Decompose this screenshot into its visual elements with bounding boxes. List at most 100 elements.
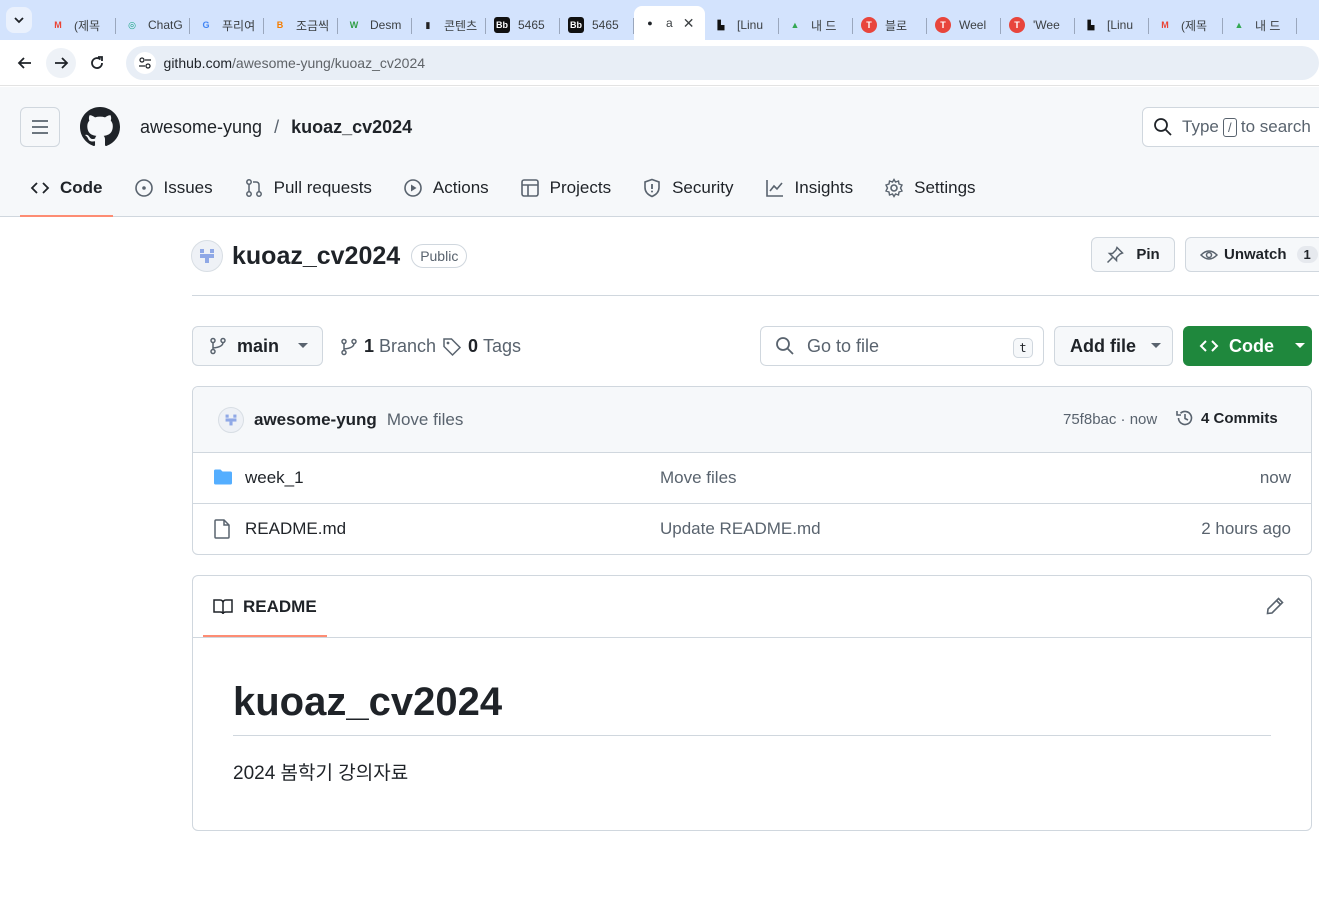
tags-link[interactable]: 0 Tags: [442, 336, 521, 357]
readme-tab[interactable]: README: [203, 576, 327, 637]
site-info-icon[interactable]: [133, 51, 156, 74]
tab-settings[interactable]: Settings: [874, 167, 985, 209]
commits-link[interactable]: 4 Commits: [1175, 408, 1278, 428]
repo-owner-avatar[interactable]: [191, 240, 223, 272]
add-file-button[interactable]: Add file: [1054, 326, 1173, 366]
table-row[interactable]: week_1 Move files now: [193, 453, 1311, 504]
red-circle-icon: T: [1009, 17, 1025, 33]
code-dropdown-button[interactable]: Code: [1183, 326, 1312, 366]
tab-insights-label: Insights: [794, 178, 854, 197]
browser-tab-title: 내 드: [1255, 18, 1281, 33]
browser-tab[interactable]: ▲ 내 드: [1223, 10, 1297, 40]
browser-tab[interactable]: Bb 5465: [486, 10, 560, 40]
graph-icon: [765, 180, 783, 197]
gmail-icon: M: [54, 20, 62, 30]
branches-link[interactable]: 1 Branch: [340, 336, 436, 357]
repo-nav: Code Issues Pull requests Actions Projec…: [20, 167, 997, 217]
browser-tab-title: Desm: [370, 18, 402, 32]
browser-tab-title: 푸리여: [222, 18, 256, 33]
browser-tab[interactable]: G 푸리여: [190, 10, 264, 40]
red-circle-icon: T: [935, 17, 951, 33]
table-row[interactable]: README.md Update README.md 2 hours ago: [193, 504, 1311, 554]
browser-tab[interactable]: T Weel: [927, 10, 1001, 40]
reload-button[interactable]: [82, 48, 112, 78]
factory-icon: ▙: [717, 19, 725, 30]
address-bar[interactable]: github.com/awesome-yung/kuoaz_cv2024: [125, 45, 1319, 80]
browser-tab-title: 5465: [518, 18, 545, 32]
play-icon: [404, 179, 422, 197]
triangle-down-icon: [1295, 343, 1305, 348]
github-search-input[interactable]: Type / to search: [1142, 107, 1319, 147]
code-icon: [30, 182, 50, 194]
drive-icon: ▲: [1234, 20, 1244, 30]
watch-count-badge: 1: [1296, 246, 1318, 263]
breadcrumb: awesome-yung / kuoaz_cv2024: [140, 117, 412, 138]
table-icon: [520, 179, 539, 197]
tab-security[interactable]: Security: [632, 167, 743, 209]
file-age: now: [1259, 468, 1291, 487]
browser-tab[interactable]: W Desm: [338, 10, 412, 40]
url-host: github.com: [163, 54, 233, 71]
file-commit-message[interactable]: Update README.md: [660, 519, 821, 539]
browser-tab[interactable]: ▙ [Linu: [705, 10, 779, 40]
commits-label: Commits: [1213, 409, 1278, 427]
tab-code[interactable]: Code: [20, 167, 113, 217]
repo-link[interactable]: kuoaz_cv2024: [291, 117, 412, 138]
branch-selector[interactable]: main: [192, 326, 323, 366]
browser-tab[interactable]: ▲ 내 드: [779, 10, 853, 40]
code-button-label: Code: [1229, 335, 1274, 356]
tab-search-button[interactable]: [6, 7, 32, 33]
file-name[interactable]: README.md: [245, 519, 346, 539]
menu-button[interactable]: [20, 107, 60, 147]
chevron-down-icon: [14, 17, 24, 24]
forward-button[interactable]: [45, 47, 76, 78]
gmail-icon: M: [1161, 20, 1169, 30]
file-commit-message[interactable]: Move files: [660, 468, 737, 488]
branch-count-label: Branch: [379, 336, 437, 356]
gear-icon: [885, 178, 904, 198]
browser-tab-title: 콘텐츠: [444, 18, 478, 33]
tab-issues[interactable]: Issues: [124, 167, 223, 209]
commits-count: 4: [1201, 409, 1210, 427]
add-file-label: Add file: [1070, 335, 1136, 356]
pencil-icon[interactable]: [1265, 596, 1285, 616]
author-avatar[interactable]: [218, 406, 244, 433]
tab-actions[interactable]: Actions: [393, 167, 499, 209]
github-logo-icon[interactable]: [80, 107, 120, 147]
browser-tab[interactable]: M (제목: [42, 10, 116, 40]
commit-author[interactable]: awesome-yung: [254, 410, 377, 430]
unwatch-button[interactable]: Unwatch 1: [1185, 237, 1319, 272]
browser-tab[interactable]: T 블로: [853, 10, 927, 40]
browser-tab[interactable]: B 조금씩: [264, 10, 338, 40]
search-shortcut-key: /: [1222, 117, 1237, 137]
tab-projects[interactable]: Projects: [510, 167, 621, 209]
arrow-right-icon: [54, 56, 69, 69]
browser-toolbar: github.com/awesome-yung/kuoaz_cv2024: [0, 40, 1319, 86]
code-icon: [1199, 340, 1219, 352]
browser-tab[interactable]: Bb 5465: [560, 10, 634, 40]
book-icon: [213, 598, 233, 614]
commit-message[interactable]: Move files: [387, 410, 464, 430]
branch-count: 1: [364, 336, 375, 356]
browser-tab[interactable]: ▙ [Linu: [1075, 10, 1149, 40]
pin-button[interactable]: Pin: [1091, 237, 1175, 272]
browser-tab[interactable]: ● a ✕: [634, 6, 705, 40]
file-name[interactable]: week_1: [245, 468, 304, 488]
back-button[interactable]: [10, 48, 40, 78]
repo-name[interactable]: kuoaz_cv2024: [232, 242, 400, 271]
commit-sha-time[interactable]: 75f8bac · now: [1063, 411, 1157, 428]
tab-pull-requests[interactable]: Pull requests: [234, 167, 382, 209]
owner-link[interactable]: awesome-yung: [140, 117, 262, 138]
go-to-file-input[interactable]: Go to file t: [760, 326, 1044, 366]
browser-tab-title: [Linu: [1107, 18, 1134, 32]
tab-insights[interactable]: Insights: [755, 167, 864, 209]
go-to-file-placeholder: Go to file: [807, 335, 880, 356]
tab-issues-label: Issues: [163, 178, 213, 197]
drive-icon: ▲: [790, 20, 800, 30]
browser-tab[interactable]: M (제목: [1149, 10, 1223, 40]
browser-tab[interactable]: ◎ ChatG: [116, 10, 190, 40]
tag-count-label: Tags: [483, 336, 522, 356]
browser-tab[interactable]: ▮ 콘텐츠: [412, 10, 486, 40]
close-icon[interactable]: ✕: [683, 15, 695, 32]
browser-tab[interactable]: T 'Wee: [1001, 10, 1075, 40]
